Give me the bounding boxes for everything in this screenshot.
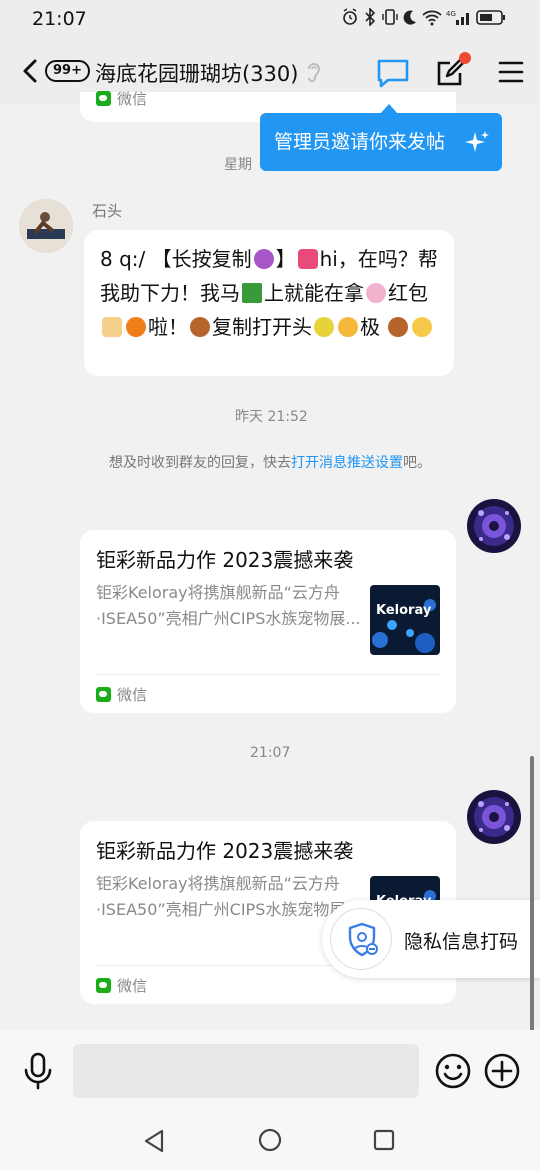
source-label: 微信 bbox=[117, 977, 148, 995]
divider bbox=[96, 674, 440, 675]
article-title: 钜彩新品力作 2023震撼来袭 bbox=[96, 839, 354, 863]
emoji-icon[interactable] bbox=[435, 1053, 471, 1089]
wifi-icon bbox=[422, 10, 442, 26]
microphone-icon[interactable] bbox=[22, 1052, 54, 1090]
tooltip-text: 管理员邀请你来发帖 bbox=[274, 131, 446, 153]
status-icons: 4G bbox=[342, 8, 506, 26]
ear-icon[interactable] bbox=[305, 60, 323, 84]
vibrate-icon bbox=[382, 9, 398, 25]
lemon-emoji-icon bbox=[314, 317, 334, 337]
message-text: 】 bbox=[275, 247, 296, 271]
ribbon-emoji-icon bbox=[297, 249, 318, 269]
svg-text:4G: 4G bbox=[446, 10, 456, 18]
ice-cream-emoji-icon bbox=[102, 317, 122, 337]
nav-home-icon[interactable] bbox=[258, 1128, 282, 1152]
bluetooth-icon bbox=[365, 8, 376, 26]
message-bubble[interactable]: 8 q:/ 【长按复制】 hi，在吗？帮我助下力！我马 上就能在拿 红包啦！ 复制打开头… bbox=[84, 230, 454, 376]
back-arrow-icon[interactable] bbox=[20, 58, 40, 84]
message-input[interactable] bbox=[73, 1044, 419, 1098]
push-settings-notice: 想及时收到群友的回复，快去打开消息推送设置吧。 bbox=[0, 452, 540, 472]
article-thumbnail: Keloray bbox=[370, 585, 440, 655]
admin-invite-tooltip[interactable]: 管理员邀请你来发帖 bbox=[260, 113, 502, 171]
source-label: 微信 bbox=[117, 686, 148, 704]
relieved-face-emoji-icon bbox=[412, 317, 433, 337]
battery-icon bbox=[476, 10, 505, 25]
article-description: 钜彩Keloray将携旗舰新品“云方舟·ISEA50”亮相广州CIPS水族宠物展… bbox=[96, 874, 361, 919]
thumbnail-image bbox=[370, 585, 440, 655]
shield-icon bbox=[348, 922, 378, 957]
status-bar: 21:07 4G bbox=[0, 0, 540, 40]
signal-4g-icon: 4G bbox=[446, 10, 469, 25]
avatar-image bbox=[467, 790, 521, 844]
sparkle-icon bbox=[465, 131, 489, 152]
article-description: 钜彩Keloray将携旗舰新品“云方舟·ISEA50”亮相广州CIPS水族宠物展… bbox=[96, 583, 361, 628]
message-text: 啦！ bbox=[148, 315, 188, 339]
time-label-yesterday: 昨天 21:52 bbox=[235, 409, 308, 425]
wechat-icon bbox=[96, 687, 111, 702]
avatar-image bbox=[467, 499, 521, 553]
open-push-settings-link[interactable]: 打开消息推送设置 bbox=[291, 455, 403, 471]
message-text: 上就能在拿 bbox=[264, 281, 364, 305]
article-title: 钜彩新品力作 2023震撼来袭 bbox=[96, 548, 354, 572]
grape-emoji-icon bbox=[253, 249, 274, 269]
thumbnail-text: Keloray bbox=[376, 603, 432, 618]
wechat-icon bbox=[96, 91, 111, 106]
message-text: 复制打开头 bbox=[212, 315, 312, 339]
message-text: 红包 bbox=[388, 281, 428, 305]
unread-badge[interactable]: 99+ bbox=[45, 60, 90, 82]
source-label: 微信 bbox=[117, 90, 148, 108]
tangerine-emoji-icon bbox=[126, 317, 146, 337]
drumstick-emoji-icon bbox=[388, 317, 409, 337]
privacy-icon-circle bbox=[330, 908, 392, 970]
source-row: 微信 bbox=[96, 88, 147, 109]
input-bar bbox=[0, 1030, 540, 1110]
message-icon[interactable] bbox=[376, 58, 410, 88]
status-time: 21:07 bbox=[32, 8, 87, 30]
system-nav-bar bbox=[0, 1110, 540, 1170]
source-row: 微信 bbox=[96, 684, 147, 705]
nav-recents-icon[interactable] bbox=[373, 1129, 395, 1151]
candy-emoji-icon bbox=[366, 283, 386, 303]
message-text: 8 q:/ 【长按复制 bbox=[100, 247, 252, 271]
sender-name: 石头 bbox=[92, 202, 123, 220]
time-label-weekday: 星期 bbox=[224, 157, 252, 173]
wechat-icon bbox=[96, 978, 111, 993]
my-avatar[interactable] bbox=[467, 790, 521, 844]
christmas-tree-emoji-icon bbox=[242, 283, 262, 303]
notice-prefix: 想及时收到群友的回复，快去 bbox=[109, 455, 291, 471]
drumstick-emoji-icon bbox=[190, 317, 210, 337]
notification-dot bbox=[459, 52, 471, 64]
article-card[interactable]: 钜彩新品力作 2023震撼来袭 钜彩Keloray将携旗舰新品“云方舟·ISEA… bbox=[80, 530, 456, 713]
alarm-icon bbox=[343, 8, 357, 25]
time-label-today: 21:07 bbox=[250, 745, 291, 761]
notice-suffix: 吧。 bbox=[403, 455, 431, 471]
message-text: 极 bbox=[360, 315, 387, 339]
avatar[interactable] bbox=[19, 199, 73, 253]
avatar-image bbox=[19, 199, 73, 253]
privacy-label: 隐私信息打码 bbox=[404, 931, 519, 953]
moon-icon bbox=[403, 10, 416, 25]
menu-icon[interactable] bbox=[498, 60, 524, 84]
cat-face-emoji-icon bbox=[338, 317, 358, 337]
nav-back-icon[interactable] bbox=[142, 1128, 166, 1154]
chat-screen: 21:07 4G 99+ 海底花园珊瑚坊(330) 微信 星期 管理员邀请你来发… bbox=[0, 0, 540, 1170]
add-icon[interactable] bbox=[484, 1053, 520, 1089]
source-row: 微信 bbox=[96, 975, 147, 996]
group-title[interactable]: 海底花园珊瑚坊(330) bbox=[95, 58, 298, 88]
privacy-mask-button[interactable]: 隐私信息打码 bbox=[322, 900, 540, 978]
my-avatar[interactable] bbox=[467, 499, 521, 553]
scrollbar[interactable] bbox=[530, 756, 534, 1032]
